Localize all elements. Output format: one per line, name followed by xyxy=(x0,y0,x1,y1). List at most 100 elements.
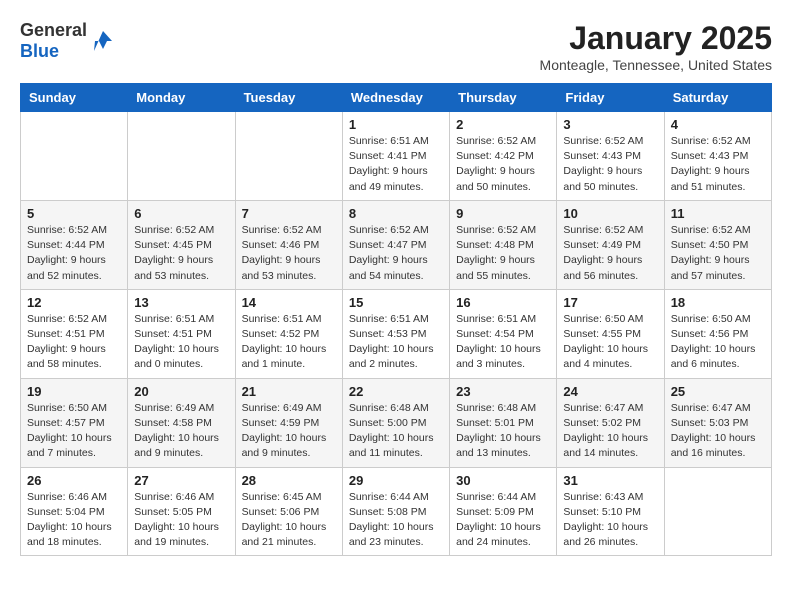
calendar-cell-5-4: 29 Sunrise: 6:44 AM Sunset: 5:08 PM Dayli… xyxy=(342,467,449,556)
week-row-4: 19 Sunrise: 6:50 AM Sunset: 4:57 PM Dayli… xyxy=(21,378,772,467)
day-number: 22 xyxy=(349,384,443,399)
day-number: 8 xyxy=(349,206,443,221)
calendar-cell-2-3: 7 Sunrise: 6:52 AM Sunset: 4:46 PM Daylig… xyxy=(235,200,342,289)
day-number: 24 xyxy=(563,384,657,399)
day-info: Sunrise: 6:48 AM Sunset: 5:01 PM Dayligh… xyxy=(456,401,550,462)
day-number: 2 xyxy=(456,117,550,132)
calendar-cell-3-7: 18 Sunrise: 6:50 AM Sunset: 4:56 PM Dayli… xyxy=(664,289,771,378)
week-row-3: 12 Sunrise: 6:52 AM Sunset: 4:51 PM Dayli… xyxy=(21,289,772,378)
day-info: Sunrise: 6:50 AM Sunset: 4:55 PM Dayligh… xyxy=(563,312,657,373)
header-monday: Monday xyxy=(128,84,235,112)
day-number: 9 xyxy=(456,206,550,221)
calendar-cell-4-3: 21Sunrise: 6:49 AM Sunset: 4:59 PM Dayli… xyxy=(235,378,342,467)
day-info: Sunrise: 6:51 AM Sunset: 4:54 PM Dayligh… xyxy=(456,312,550,373)
day-number: 1 xyxy=(349,117,443,132)
page-header: General Blue January 2025 Monteagle, Ten… xyxy=(20,20,772,73)
calendar-cell-5-3: 28 Sunrise: 6:45 AM Sunset: 5:06 PM Dayli… xyxy=(235,467,342,556)
day-info: Sunrise: 6:51 AM Sunset: 4:52 PM Dayligh… xyxy=(242,312,336,373)
day-number: 18 xyxy=(671,295,765,310)
day-number: 3 xyxy=(563,117,657,132)
day-info: Sunrise: 6:52 AM Sunset: 4:43 PM Dayligh… xyxy=(671,134,765,195)
calendar-cell-5-6: 31Sunrise: 6:43 AM Sunset: 5:10 PM Dayli… xyxy=(557,467,664,556)
day-info: Sunrise: 6:46 AM Sunset: 5:05 PM Dayligh… xyxy=(134,490,228,551)
header-thursday: Thursday xyxy=(450,84,557,112)
calendar-cell-1-6: 3Sunrise: 6:52 AM Sunset: 4:43 PM Daylig… xyxy=(557,112,664,201)
calendar-cell-1-2 xyxy=(128,112,235,201)
calendar-cell-3-1: 12 Sunrise: 6:52 AM Sunset: 4:51 PM Dayli… xyxy=(21,289,128,378)
header-saturday: Saturday xyxy=(664,84,771,112)
calendar-cell-2-2: 6 Sunrise: 6:52 AM Sunset: 4:45 PM Daylig… xyxy=(128,200,235,289)
day-info: Sunrise: 6:47 AM Sunset: 5:03 PM Dayligh… xyxy=(671,401,765,462)
calendar-cell-3-2: 13Sunrise: 6:51 AM Sunset: 4:51 PM Dayli… xyxy=(128,289,235,378)
header-tuesday: Tuesday xyxy=(235,84,342,112)
logo-icon xyxy=(89,27,117,55)
day-info: Sunrise: 6:49 AM Sunset: 4:58 PM Dayligh… xyxy=(134,401,228,462)
calendar-cell-3-6: 17 Sunrise: 6:50 AM Sunset: 4:55 PM Dayli… xyxy=(557,289,664,378)
day-info: Sunrise: 6:44 AM Sunset: 5:08 PM Dayligh… xyxy=(349,490,443,551)
day-info: Sunrise: 6:52 AM Sunset: 4:47 PM Dayligh… xyxy=(349,223,443,284)
calendar-cell-4-4: 22 Sunrise: 6:48 AM Sunset: 5:00 PM Dayli… xyxy=(342,378,449,467)
day-number: 25 xyxy=(671,384,765,399)
calendar-cell-2-6: 10Sunrise: 6:52 AM Sunset: 4:49 PM Dayli… xyxy=(557,200,664,289)
day-info: Sunrise: 6:45 AM Sunset: 5:06 PM Dayligh… xyxy=(242,490,336,551)
day-info: Sunrise: 6:51 AM Sunset: 4:53 PM Dayligh… xyxy=(349,312,443,373)
day-number: 12 xyxy=(27,295,121,310)
calendar-cell-5-1: 26 Sunrise: 6:46 AM Sunset: 5:04 PM Dayli… xyxy=(21,467,128,556)
day-number: 16 xyxy=(456,295,550,310)
header-wednesday: Wednesday xyxy=(342,84,449,112)
calendar-cell-1-7: 4 Sunrise: 6:52 AM Sunset: 4:43 PM Daylig… xyxy=(664,112,771,201)
calendar-cell-3-3: 14 Sunrise: 6:51 AM Sunset: 4:52 PM Dayli… xyxy=(235,289,342,378)
title-block: January 2025 Monteagle, Tennessee, Unite… xyxy=(540,20,772,73)
logo-text: General Blue xyxy=(20,20,87,62)
calendar-cell-5-5: 30 Sunrise: 6:44 AM Sunset: 5:09 PM Dayli… xyxy=(450,467,557,556)
day-info: Sunrise: 6:52 AM Sunset: 4:44 PM Dayligh… xyxy=(27,223,121,284)
calendar-cell-4-1: 19 Sunrise: 6:50 AM Sunset: 4:57 PM Dayli… xyxy=(21,378,128,467)
calendar-cell-5-2: 27Sunrise: 6:46 AM Sunset: 5:05 PM Dayli… xyxy=(128,467,235,556)
calendar-cell-1-4: 1 Sunrise: 6:51 AM Sunset: 4:41 PM Daylig… xyxy=(342,112,449,201)
day-number: 5 xyxy=(27,206,121,221)
day-info: Sunrise: 6:50 AM Sunset: 4:57 PM Dayligh… xyxy=(27,401,121,462)
calendar-subtitle: Monteagle, Tennessee, United States xyxy=(540,57,772,73)
day-info: Sunrise: 6:51 AM Sunset: 4:51 PM Dayligh… xyxy=(134,312,228,373)
header-friday: Friday xyxy=(557,84,664,112)
day-number: 4 xyxy=(671,117,765,132)
calendar-cell-4-7: 25 Sunrise: 6:47 AM Sunset: 5:03 PM Dayli… xyxy=(664,378,771,467)
day-info: Sunrise: 6:48 AM Sunset: 5:00 PM Dayligh… xyxy=(349,401,443,462)
day-number: 6 xyxy=(134,206,228,221)
calendar-cell-5-7 xyxy=(664,467,771,556)
logo-general: General xyxy=(20,20,87,40)
day-number: 10 xyxy=(563,206,657,221)
day-number: 14 xyxy=(242,295,336,310)
calendar-cell-2-1: 5 Sunrise: 6:52 AM Sunset: 4:44 PM Daylig… xyxy=(21,200,128,289)
day-info: Sunrise: 6:52 AM Sunset: 4:45 PM Dayligh… xyxy=(134,223,228,284)
header-sunday: Sunday xyxy=(21,84,128,112)
day-info: Sunrise: 6:44 AM Sunset: 5:09 PM Dayligh… xyxy=(456,490,550,551)
day-number: 26 xyxy=(27,473,121,488)
day-number: 30 xyxy=(456,473,550,488)
day-number: 7 xyxy=(242,206,336,221)
day-number: 19 xyxy=(27,384,121,399)
day-number: 11 xyxy=(671,206,765,221)
day-info: Sunrise: 6:51 AM Sunset: 4:41 PM Dayligh… xyxy=(349,134,443,195)
day-number: 15 xyxy=(349,295,443,310)
calendar-cell-1-1 xyxy=(21,112,128,201)
week-row-2: 5 Sunrise: 6:52 AM Sunset: 4:44 PM Daylig… xyxy=(21,200,772,289)
day-number: 28 xyxy=(242,473,336,488)
day-info: Sunrise: 6:46 AM Sunset: 5:04 PM Dayligh… xyxy=(27,490,121,551)
day-number: 31 xyxy=(563,473,657,488)
calendar-cell-2-4: 8 Sunrise: 6:52 AM Sunset: 4:47 PM Daylig… xyxy=(342,200,449,289)
calendar-cell-4-6: 24Sunrise: 6:47 AM Sunset: 5:02 PM Dayli… xyxy=(557,378,664,467)
day-info: Sunrise: 6:52 AM Sunset: 4:50 PM Dayligh… xyxy=(671,223,765,284)
logo-blue: Blue xyxy=(20,41,59,61)
day-info: Sunrise: 6:52 AM Sunset: 4:51 PM Dayligh… xyxy=(27,312,121,373)
day-number: 29 xyxy=(349,473,443,488)
calendar-title: January 2025 xyxy=(540,20,772,57)
calendar-cell-2-5: 9 Sunrise: 6:52 AM Sunset: 4:48 PM Daylig… xyxy=(450,200,557,289)
day-number: 23 xyxy=(456,384,550,399)
day-number: 17 xyxy=(563,295,657,310)
weekday-header-row: Sunday Monday Tuesday Wednesday Thursday… xyxy=(21,84,772,112)
day-info: Sunrise: 6:50 AM Sunset: 4:56 PM Dayligh… xyxy=(671,312,765,373)
day-info: Sunrise: 6:52 AM Sunset: 4:46 PM Dayligh… xyxy=(242,223,336,284)
day-info: Sunrise: 6:52 AM Sunset: 4:48 PM Dayligh… xyxy=(456,223,550,284)
calendar-cell-1-5: 2Sunrise: 6:52 AM Sunset: 4:42 PM Daylig… xyxy=(450,112,557,201)
